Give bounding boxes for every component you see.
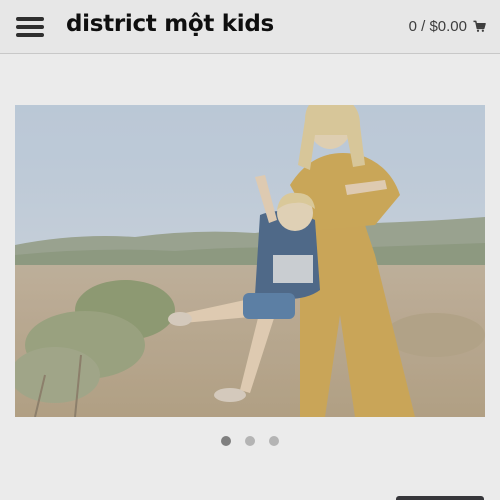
hero-slide-image[interactable] [15, 105, 485, 417]
hero-photo [15, 105, 485, 417]
cart-link[interactable]: 0 / $0.00 [409, 18, 486, 35]
carousel-dot-1[interactable] [221, 436, 231, 446]
cart-summary: 0 / $0.00 [408, 18, 467, 35]
site-header: district một kids 0 / $0.00 [0, 0, 500, 54]
menu-bar [16, 17, 44, 21]
menu-bar [16, 25, 44, 29]
carousel-dot-2[interactable] [245, 436, 255, 446]
hamburger-menu-icon[interactable] [14, 14, 46, 40]
page: district một kids 0 / $0.00 [0, 0, 500, 500]
carousel-pagination [0, 436, 500, 450]
site-logo[interactable]: district một kids [66, 11, 274, 37]
partial-bottom-button[interactable] [396, 496, 484, 500]
menu-bar [16, 33, 44, 37]
carousel-dot-3[interactable] [269, 436, 279, 446]
shopping-cart-icon [473, 20, 486, 33]
